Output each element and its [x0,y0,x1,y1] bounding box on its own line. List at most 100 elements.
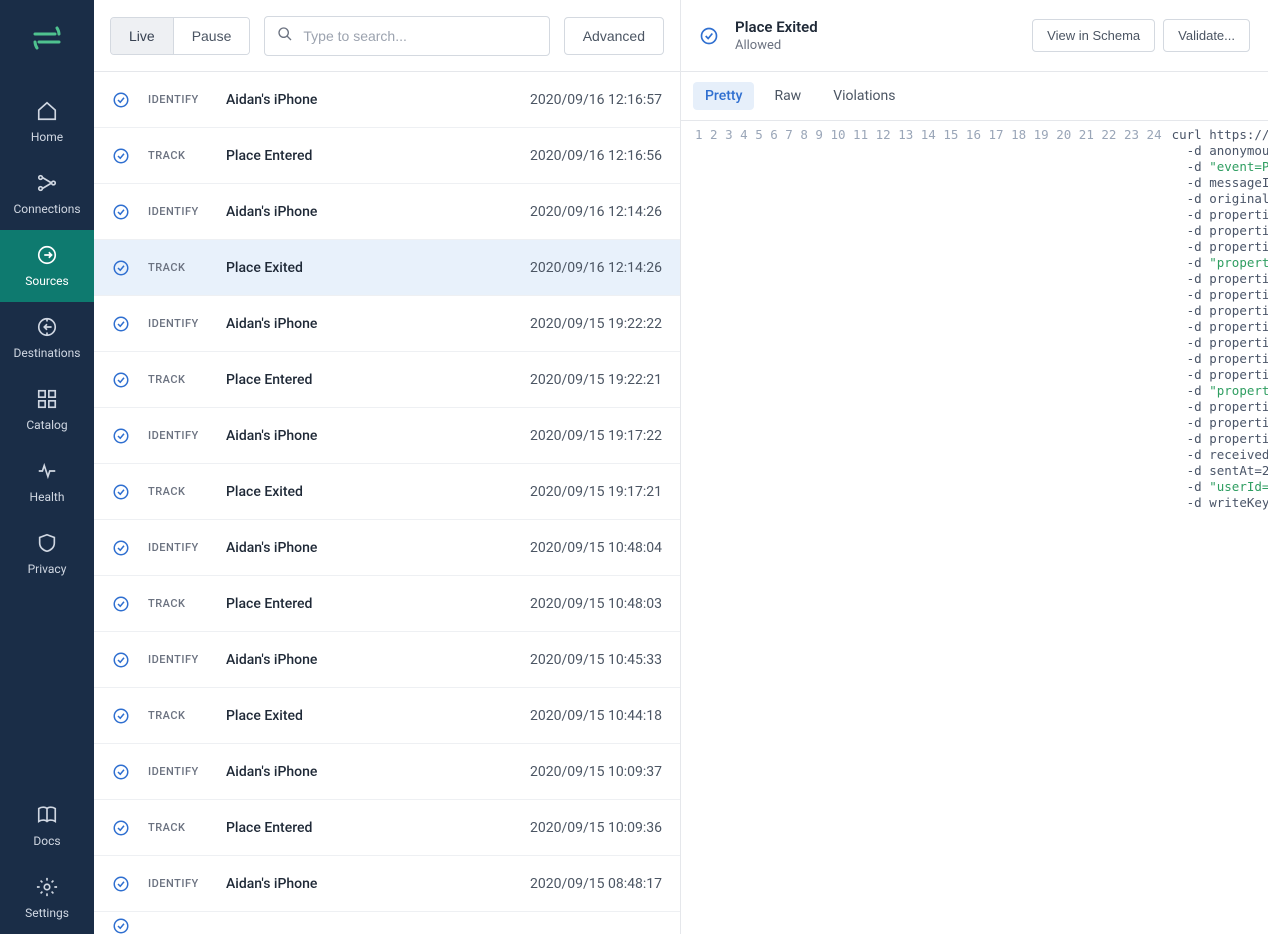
check-circle-icon [112,483,130,501]
event-row[interactable]: TRACKPlace Exited2020/09/15 10:44:18 [94,688,680,744]
tab-pretty[interactable]: Pretty [693,82,754,110]
event-time: 2020/09/15 19:17:21 [530,484,662,500]
nav-label: Docs [33,834,60,848]
event-time: 2020/09/16 12:14:26 [530,204,662,220]
code-content[interactable]: curl https://api.segment.io/v1/track \ -… [1172,127,1268,934]
event-type: IDENTIFY [148,317,226,330]
tab-violations[interactable]: Violations [821,82,907,110]
nav-catalog[interactable]: Catalog [0,374,94,446]
check-circle-icon [112,595,130,613]
nav-label: Destinations [14,346,81,360]
event-row[interactable]: IDENTIFYAidan's iPhone2020/09/15 10:09:3… [94,744,680,800]
event-name: Aidan's iPhone [226,316,530,332]
event-row[interactable]: IDENTIFYAidan's iPhone2020/09/15 19:22:2… [94,296,680,352]
detail-header: Place Exited Allowed View in Schema Vali… [681,0,1268,72]
event-row[interactable]: IDENTIFYAidan's iPhone2020/09/16 12:16:5… [94,72,680,128]
nav-label: Settings [25,906,69,920]
event-row[interactable]: IDENTIFYAidan's iPhone2020/09/16 12:14:2… [94,184,680,240]
check-circle-icon [112,819,130,837]
events-pane: Live Pause Advanced IDENTIFYAidan's iPho… [94,0,681,934]
nav-sources[interactable]: Sources [0,230,94,302]
event-row[interactable]: TRACKPlace Entered2020/09/15 19:22:21 [94,352,680,408]
line-gutter: 1 2 3 4 5 6 7 8 9 10 11 12 13 14 15 16 1… [681,127,1172,934]
event-type: TRACK [148,149,226,162]
sidebar: Home Connections Sources Destinations Ca… [0,0,94,934]
event-name: Aidan's iPhone [226,92,530,108]
nav-health[interactable]: Health [0,446,94,518]
segment-logo [29,20,65,56]
live-pause-toggle: Live Pause [110,17,250,55]
event-row[interactable]: IDENTIFYAidan's iPhone2020/09/15 10:45:3… [94,632,680,688]
nav-label: Health [30,490,65,504]
event-type: IDENTIFY [148,93,226,106]
detail-title: Place Exited [735,18,1024,36]
event-type: IDENTIFY [148,653,226,666]
tab-raw[interactable]: Raw [762,82,813,110]
event-name: Place Entered [226,820,530,836]
event-type: IDENTIFY [148,205,226,218]
event-name: Place Exited [226,484,530,500]
nav-label: Home [31,130,63,144]
nav-label: Connections [13,202,80,216]
event-row[interactable]: IDENTIFYAidan's iPhone2020/09/15 10:48:0… [94,520,680,576]
event-list[interactable]: IDENTIFYAidan's iPhone2020/09/16 12:16:5… [94,72,680,934]
nav-connections[interactable]: Connections [0,158,94,230]
pause-button[interactable]: Pause [173,18,250,54]
check-circle-icon [699,26,719,46]
event-type: TRACK [148,821,226,834]
event-type: TRACK [148,485,226,498]
event-row[interactable]: TRACKPlace Exited2020/09/16 12:14:26 [94,240,680,296]
home-icon [36,100,58,122]
event-name: Aidan's iPhone [226,876,530,892]
check-circle-icon [112,539,130,557]
book-icon [36,804,58,826]
check-circle-icon [112,203,130,221]
event-row[interactable]: TRACKPlace Entered2020/09/15 10:09:36 [94,800,680,856]
search-field[interactable] [264,16,549,56]
event-row[interactable]: TRACKPlace Entered2020/09/15 10:48:03 [94,576,680,632]
event-row[interactable]: IDENTIFYAidan's iPhone2020/09/15 08:48:1… [94,856,680,912]
event-time: 2020/09/15 19:22:21 [530,372,662,388]
check-circle-icon [112,371,130,389]
search-input[interactable] [303,28,536,44]
check-circle-icon [112,147,130,165]
toolbar: Live Pause Advanced [94,0,680,72]
check-circle-icon [112,91,130,109]
check-circle-icon [112,651,130,669]
nav-settings[interactable]: Settings [0,862,94,934]
advanced-button[interactable]: Advanced [564,17,664,55]
check-circle-icon [112,917,130,934]
event-time: 2020/09/15 19:17:22 [530,428,662,444]
event-time: 2020/09/16 12:16:56 [530,148,662,164]
event-time: 2020/09/15 10:09:37 [530,764,662,780]
live-button[interactable]: Live [111,18,173,54]
event-row[interactable]: TRACKPlace Exited2020/09/15 19:17:21 [94,464,680,520]
event-type: TRACK [148,373,226,386]
event-type: IDENTIFY [148,765,226,778]
event-name: Aidan's iPhone [226,764,530,780]
health-icon [36,460,58,482]
nav-docs[interactable]: Docs [0,790,94,862]
event-time: 2020/09/16 12:16:57 [530,92,662,108]
nav-privacy[interactable]: Privacy [0,518,94,590]
search-icon [277,26,293,46]
nav-destinations[interactable]: Destinations [0,302,94,374]
event-row[interactable] [94,912,680,934]
event-row[interactable]: TRACKPlace Entered2020/09/16 12:16:56 [94,128,680,184]
validate-button[interactable]: Validate... [1163,19,1250,52]
event-name: Aidan's iPhone [226,652,530,668]
event-time: 2020/09/16 12:14:26 [530,260,662,276]
view-schema-button[interactable]: View in Schema [1032,19,1155,52]
nav-home[interactable]: Home [0,86,94,158]
check-circle-icon [112,763,130,781]
event-name: Place Exited [226,708,530,724]
check-circle-icon [112,259,130,277]
gear-icon [36,876,58,898]
event-row[interactable]: IDENTIFYAidan's iPhone2020/09/15 19:17:2… [94,408,680,464]
event-type: TRACK [148,597,226,610]
event-time: 2020/09/15 08:48:17 [530,876,662,892]
check-circle-icon [112,875,130,893]
check-circle-icon [112,707,130,725]
code-view: 1 2 3 4 5 6 7 8 9 10 11 12 13 14 15 16 1… [681,121,1268,934]
event-type: IDENTIFY [148,429,226,442]
